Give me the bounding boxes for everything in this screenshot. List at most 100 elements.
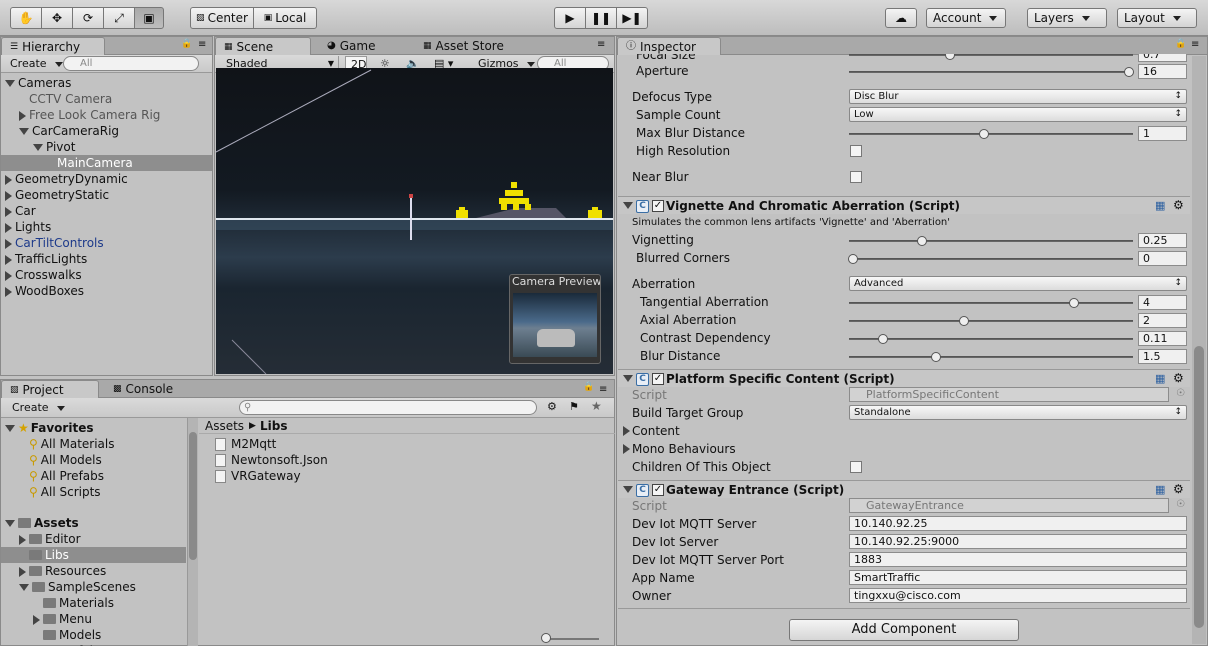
axial-slider-knob[interactable] xyxy=(959,316,969,326)
max-blur-field[interactable]: 1 xyxy=(1138,126,1187,141)
hierarchy-item[interactable]: Crosswalks xyxy=(1,267,212,283)
favorite-item[interactable]: ⚲ All Scripts xyxy=(1,484,186,500)
mono-behaviours-foldout[interactable]: Mono Behaviours xyxy=(632,441,736,457)
gear-icon[interactable]: ⚙ xyxy=(1173,371,1184,385)
gear-icon[interactable]: ⚙ xyxy=(1173,482,1184,496)
hierarchy-item[interactable]: MainCamera xyxy=(1,155,212,171)
lock-icon[interactable]: 🔒 xyxy=(181,39,192,49)
hierarchy-item[interactable]: CarTiltControls xyxy=(1,235,212,251)
hierarchy-item[interactable]: CarCameraRig xyxy=(1,123,212,139)
max-blur-slider-knob[interactable] xyxy=(979,129,989,139)
move-tool-button[interactable]: ✥ xyxy=(41,7,73,29)
help-book-icon[interactable]: ▦ xyxy=(1155,372,1165,385)
collapse-icon[interactable] xyxy=(623,375,633,382)
object-picker-icon[interactable]: ☉ xyxy=(1176,388,1185,399)
project-folder[interactable]: Menu xyxy=(1,611,186,627)
children-checkbox[interactable] xyxy=(850,461,862,473)
expand-icon[interactable] xyxy=(623,426,630,436)
blur-distance-slider[interactable] xyxy=(849,352,1133,362)
menu-icon[interactable]: ≡ xyxy=(599,384,607,395)
icon-size-slider-knob[interactable] xyxy=(541,633,551,643)
file-item[interactable]: Newtonsoft.Json xyxy=(215,452,328,468)
hierarchy-item[interactable]: WoodBoxes xyxy=(1,283,212,299)
build-target-dropdown[interactable]: Standalone xyxy=(849,405,1187,420)
collapsed-arrow-icon[interactable] xyxy=(5,174,12,185)
filter-type-icon[interactable]: ⚙ xyxy=(547,400,557,413)
favorite-item[interactable]: ⚲ All Materials xyxy=(1,436,186,452)
collapsed-arrow-icon[interactable] xyxy=(19,566,26,577)
collapsed-arrow-icon[interactable] xyxy=(5,238,12,249)
layout-dropdown[interactable]: Layout xyxy=(1117,8,1197,28)
vignetting-slider[interactable] xyxy=(849,236,1133,246)
axial-aberration-field[interactable]: 2 xyxy=(1138,313,1187,328)
owner-field[interactable]: tingxxu@cisco.com xyxy=(849,588,1187,603)
expanded-arrow-icon[interactable] xyxy=(33,144,43,151)
aberration-dropdown[interactable]: Advanced xyxy=(849,276,1187,291)
focal-size-slider-knob[interactable] xyxy=(945,54,955,60)
focal-size-slider[interactable] xyxy=(849,54,1133,60)
lock-icon[interactable]: 🔒 xyxy=(1175,39,1186,49)
blurred-corners-field[interactable]: 0 xyxy=(1138,251,1187,266)
project-folder[interactable]: Resources xyxy=(1,563,186,579)
contrast-dependency-field[interactable]: 0.11 xyxy=(1138,331,1187,346)
tab-asset-store[interactable]: ▦ Asset Store xyxy=(415,37,512,55)
inspector-scrollbar-thumb[interactable] xyxy=(1194,346,1204,628)
tree-scrollbar-thumb[interactable] xyxy=(189,432,197,560)
tab-project[interactable]: ▧ Project xyxy=(1,380,99,398)
aperture-slider-knob[interactable] xyxy=(1124,67,1134,77)
layers-dropdown[interactable]: Layers xyxy=(1027,8,1107,28)
contrast-dependency-slider[interactable] xyxy=(849,334,1133,344)
create-dropdown[interactable]: Create xyxy=(7,400,70,415)
hierarchy-item[interactable]: CCTV Camera xyxy=(1,91,212,107)
blurred-corners-slider[interactable] xyxy=(848,254,1133,264)
vignette-enabled-checkbox[interactable]: ✓ xyxy=(652,200,664,212)
favorite-star-icon[interactable]: ★ xyxy=(591,399,602,413)
vignetting-slider-knob[interactable] xyxy=(917,236,927,246)
hierarchy-item[interactable]: Free Look Camera Rig xyxy=(1,107,212,123)
aperture-field[interactable]: 16 xyxy=(1138,64,1187,79)
max-blur-slider[interactable] xyxy=(849,129,1133,139)
defocus-type-dropdown[interactable]: Disc Blur xyxy=(849,89,1187,104)
scale-tool-button[interactable]: ⤢ xyxy=(103,7,135,29)
file-item[interactable]: M2Mqtt xyxy=(215,436,276,452)
rotate-tool-button[interactable]: ⟳ xyxy=(72,7,104,29)
pause-button[interactable]: ❚❚ xyxy=(585,7,617,29)
high-resolution-checkbox[interactable] xyxy=(850,145,862,157)
collapsed-arrow-icon[interactable] xyxy=(19,110,26,121)
play-button[interactable]: ▶ xyxy=(554,7,586,29)
tab-inspector[interactable]: ⓘ Inspector xyxy=(617,37,721,55)
step-button[interactable]: ▶❚ xyxy=(616,7,648,29)
menu-icon[interactable]: ≡ xyxy=(1191,39,1199,50)
contrast-slider-knob[interactable] xyxy=(878,334,888,344)
project-search-input[interactable]: ⚲ xyxy=(239,400,537,415)
expanded-arrow-icon[interactable] xyxy=(19,584,29,591)
project-folder[interactable]: Materials xyxy=(1,595,186,611)
blur-distance-field[interactable]: 1.5 xyxy=(1138,349,1187,364)
expanded-arrow-icon[interactable] xyxy=(5,520,15,527)
scene-viewport[interactable]: Camera Preview xyxy=(216,68,613,374)
hierarchy-item[interactable]: Pivot xyxy=(1,139,212,155)
project-folder[interactable]: SampleScenes xyxy=(1,579,186,595)
inspector-scrollbar[interactable] xyxy=(1192,56,1206,644)
expanded-arrow-icon[interactable] xyxy=(5,425,15,432)
add-component-button[interactable]: Add Component xyxy=(789,619,1019,641)
hierarchy-search-input[interactable]: All xyxy=(63,56,199,71)
collapsed-arrow-icon[interactable] xyxy=(5,190,12,201)
pivot-center-button[interactable]: ▧ Center xyxy=(190,7,254,29)
collapsed-arrow-icon[interactable] xyxy=(5,222,12,233)
expand-icon[interactable] xyxy=(623,444,630,454)
iot-server-field[interactable]: 10.140.92.25:9000 xyxy=(849,534,1187,549)
help-book-icon[interactable]: ▦ xyxy=(1155,199,1165,212)
collapsed-arrow-icon[interactable] xyxy=(33,614,40,625)
label-icon[interactable]: ⚑ xyxy=(569,400,579,413)
hand-tool-button[interactable]: ✋ xyxy=(10,7,42,29)
blur-distance-slider-knob[interactable] xyxy=(931,352,941,362)
platform-enabled-checkbox[interactable]: ✓ xyxy=(652,373,664,385)
create-dropdown[interactable]: Create xyxy=(5,56,68,71)
hierarchy-item[interactable]: Car xyxy=(1,203,212,219)
account-dropdown[interactable]: Account xyxy=(926,8,1006,28)
near-blur-checkbox[interactable] xyxy=(850,171,862,183)
rect-tool-button[interactable]: ▣ xyxy=(134,7,164,29)
collapse-icon[interactable] xyxy=(623,486,633,493)
collapse-icon[interactable] xyxy=(623,202,633,209)
